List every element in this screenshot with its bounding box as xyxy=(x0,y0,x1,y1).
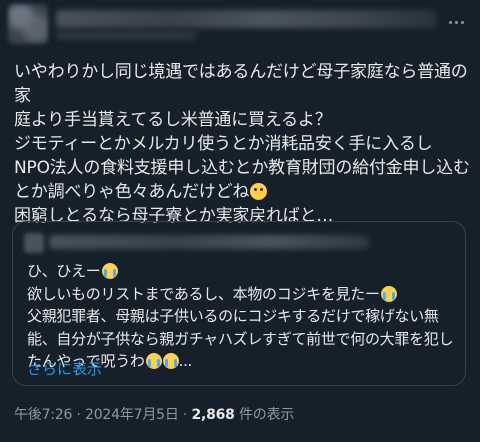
quoted-tweet[interactable]: ひ、ひえー 欲しいものリストまであるし、本物のコジキを見たー 父親犯罪者、母親は… xyxy=(12,221,466,386)
quote-line: 父親犯罪者、母親は子供いるのにコジキするだけで稼げない無 xyxy=(27,307,439,326)
loudly-crying-emoji-icon xyxy=(380,285,397,302)
tweet-line: NPO法人の食料支援申し込むとか教育財団の給付金申し込む xyxy=(14,158,470,178)
tweet-card: いやわりかし同じ境遇ではあるんだけど母子家庭なら普通の家 庭より手当貰えてるし米… xyxy=(0,0,480,442)
quoted-avatar xyxy=(24,233,44,253)
loudly-crying-emoji-icon xyxy=(145,353,162,370)
tweet-text: いやわりかし同じ境遇ではあるんだけど母子家庭なら普通の家 庭より手当貰えてるし米… xyxy=(14,60,470,228)
quote-line: 欲しいものリストまであるし、本物のコジキを見たー xyxy=(27,284,380,303)
tweet-line: 庭より手当貰えてるし米普通に買えるよ？ xyxy=(14,110,332,130)
meta-separator: · xyxy=(72,407,86,423)
rolling-eyes-emoji-icon xyxy=(250,183,268,200)
tweet-line: とか調べりゃ色々あんだけどね xyxy=(14,182,250,202)
show-more-link[interactable]: さらに表示 xyxy=(27,358,102,379)
quote-line: 能、自分が子供なら親ガチャハズレすぎて前世で何の大罪を犯し xyxy=(27,329,454,348)
author-handle-redacted xyxy=(56,30,196,40)
quoted-author-redacted xyxy=(49,235,369,249)
quoted-tweet-text: ひ、ひえー 欲しいものリストまであるし、本物のコジキを見たー 父親犯罪者、母親は… xyxy=(27,260,457,373)
quote-line: ひ、ひえー xyxy=(27,262,101,280)
tweet-date[interactable]: 2024年7月5日 xyxy=(85,407,179,423)
views-label: 件の表示 xyxy=(234,407,295,423)
quote-ellipsis: ... xyxy=(178,352,193,371)
meta-separator: · xyxy=(178,407,192,423)
author-name-redacted[interactable] xyxy=(56,10,436,28)
loudly-crying-emoji-icon xyxy=(101,263,118,279)
tweet-time[interactable]: 午後7:26 xyxy=(14,407,72,423)
more-options-icon[interactable] xyxy=(446,12,466,32)
views-count: 2,868 xyxy=(191,407,235,423)
tweet-line: いやわりかし同じ境遇ではあるんだけど母子家庭なら普通の家 xyxy=(14,62,468,106)
tweet-line: ジモティーとかメルカリ使うとか消耗品安く手に入るし xyxy=(14,134,433,154)
avatar[interactable] xyxy=(8,4,48,44)
tweet-meta: 午後7:26 · 2024年7月5日 · 2,868 件の表示 xyxy=(14,404,294,424)
loudly-crying-emoji-icon xyxy=(162,353,179,370)
